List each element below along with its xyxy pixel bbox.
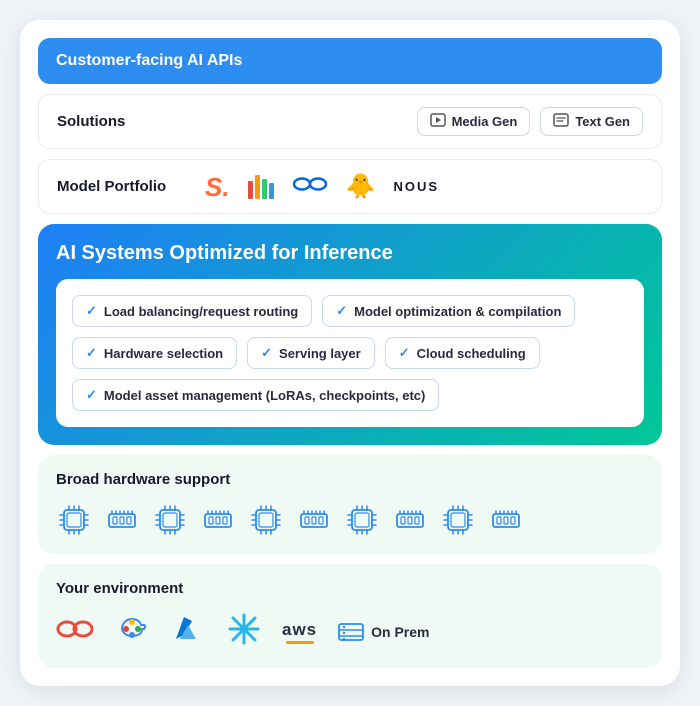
check-item-5: ✓ Model asset management (LoRAs, checkpo… [72, 379, 439, 411]
portfolio-logos: S. 🐥 NOUS [205, 172, 439, 201]
check-icon-4: ✓ [399, 345, 410, 361]
solutions-label: Solutions [57, 113, 125, 130]
solutions-row: Solutions Media Gen [38, 94, 662, 149]
check-item-0: ✓ Load balancing/request routing [72, 295, 312, 327]
check-item-4: ✓ Cloud scheduling [385, 337, 540, 369]
env-logo-snowflake [226, 611, 262, 652]
logo-nous: NOUS [393, 179, 439, 194]
logo-chick: 🐥 [346, 172, 376, 201]
check-item-2: ✓ Hardware selection [72, 337, 237, 369]
logo-s: S. [205, 174, 230, 200]
ai-systems-section: AI Systems Optimized for Inference ✓ Loa… [38, 224, 662, 445]
env-logos-row: aws On Prem [56, 611, 644, 652]
env-logo-azure [170, 611, 206, 652]
ai-systems-inner: ✓ Load balancing/request routing ✓ Model… [56, 279, 644, 427]
check-item-1: ✓ Model optimization & compilation [322, 295, 575, 327]
hw-icon-9 [488, 502, 524, 538]
check-label-2: Hardware selection [104, 346, 223, 361]
text-gen-icon [553, 113, 569, 130]
check-label-5: Model asset management (LoRAs, checkpoin… [104, 388, 425, 403]
media-gen-badge[interactable]: Media Gen [417, 107, 531, 136]
env-logo-meta-quest [56, 616, 94, 647]
check-item-3: ✓ Serving layer [247, 337, 375, 369]
hardware-title: Broad hardware support [56, 471, 644, 488]
top-header-title: Customer-facing AI APIs [56, 52, 242, 69]
hardware-section: Broad hardware support [38, 455, 662, 554]
text-gen-label: Text Gen [575, 114, 630, 129]
media-gen-icon [430, 113, 446, 130]
media-gen-label: Media Gen [452, 114, 518, 129]
check-icon-5: ✓ [86, 387, 97, 403]
check-icon-3: ✓ [261, 345, 272, 361]
onprem-label: On Prem [371, 624, 429, 640]
hw-icon-3 [200, 502, 236, 538]
hw-icon-4 [248, 502, 284, 538]
ai-systems-title: AI Systems Optimized for Inference [56, 242, 644, 265]
logo-meta [292, 174, 328, 200]
hw-icon-5 [296, 502, 332, 538]
hw-icon-8 [440, 502, 476, 538]
hw-icon-6 [344, 502, 380, 538]
solutions-badges: Media Gen Text Gen [417, 107, 643, 136]
check-label-3: Serving layer [279, 346, 361, 361]
hw-icon-7 [392, 502, 428, 538]
hw-icon-1 [104, 502, 140, 538]
check-label-4: Cloud scheduling [417, 346, 526, 361]
check-icon-0: ✓ [86, 303, 97, 319]
env-logo-onprem: On Prem [337, 618, 429, 646]
top-header: Customer-facing AI APIs [38, 38, 662, 84]
portfolio-label: Model Portfolio [57, 178, 187, 195]
env-section: Your environment [38, 564, 662, 668]
hw-icon-0 [56, 502, 92, 538]
hardware-icons-row [56, 502, 644, 538]
env-logo-aws: aws [282, 620, 317, 644]
hw-icon-2 [152, 502, 188, 538]
env-logo-google-cloud [114, 611, 150, 652]
check-icon-1: ✓ [336, 303, 347, 319]
logo-mistral [248, 175, 274, 199]
check-label-0: Load balancing/request routing [104, 304, 298, 319]
check-label-1: Model optimization & compilation [354, 304, 561, 319]
check-icon-2: ✓ [86, 345, 97, 361]
text-gen-badge[interactable]: Text Gen [540, 107, 643, 136]
portfolio-row: Model Portfolio S. 🐥 NOUS [38, 159, 662, 214]
main-card: Customer-facing AI APIs Solutions Media … [20, 20, 680, 686]
env-title: Your environment [56, 580, 644, 597]
